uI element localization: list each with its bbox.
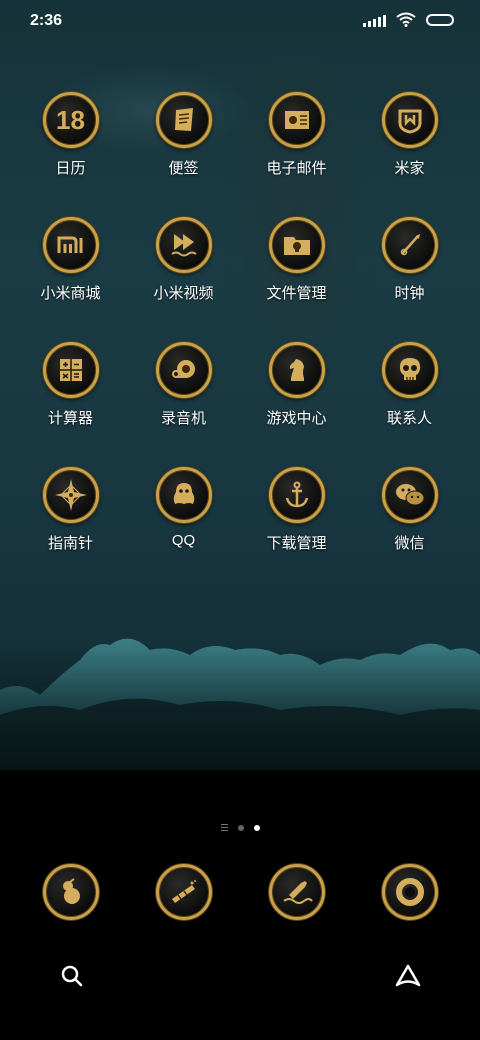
spyglass-icon (155, 864, 212, 920)
anchor-icon (268, 467, 325, 523)
page-indicator[interactable] (0, 824, 480, 831)
search-button[interactable] (58, 962, 86, 990)
app-label: 游戏中心 (266, 410, 327, 427)
mijia-icon (381, 92, 438, 148)
app-clock[interactable]: 时钟 (353, 217, 466, 342)
signal-icon (363, 13, 386, 27)
qq-penguin-icon (155, 467, 212, 523)
wifi-icon (396, 12, 416, 27)
dock-browser[interactable] (240, 864, 353, 920)
app-file-manager[interactable]: 文件管理 (240, 217, 353, 342)
status-bar: 2:36 (0, 0, 480, 42)
app-label: 文件管理 (266, 285, 327, 302)
app-game-center[interactable]: 游戏中心 (240, 342, 353, 467)
app-calendar[interactable]: 18 日历 (14, 92, 127, 217)
play-icon (155, 217, 212, 273)
clock-hand-icon (381, 217, 438, 273)
scroll-icon (155, 92, 212, 148)
app-label: 便签 (168, 160, 199, 177)
app-label: 指南针 (47, 535, 93, 552)
calendar-day-number: 18 (56, 105, 85, 135)
app-compass[interactable]: 指南针 (14, 467, 127, 592)
dock-camera[interactable] (353, 864, 466, 920)
dock-phone[interactable] (14, 864, 127, 920)
app-label: 录音机 (160, 410, 206, 427)
app-contacts[interactable]: 联系人 (353, 342, 466, 467)
wechat-icon (381, 467, 438, 523)
app-mijia[interactable]: 米家 (353, 92, 466, 217)
page-dot (237, 824, 244, 831)
mi-logo-icon (42, 217, 99, 273)
app-label: 小米商城 (40, 285, 101, 302)
dock-messages[interactable] (127, 864, 240, 920)
app-label: 电子邮件 (266, 160, 327, 177)
app-notes[interactable]: 便签 (127, 92, 240, 217)
app-calculator[interactable]: 计算器 (14, 342, 127, 467)
gourd-phone-icon (42, 864, 99, 920)
bottle-wave-icon (268, 864, 325, 920)
calculator-icon (42, 342, 99, 398)
status-time: 2:36 (30, 12, 63, 29)
app-wechat[interactable]: 微信 (353, 467, 466, 592)
letter-icon (268, 92, 325, 148)
app-mi-video[interactable]: 小米视频 (127, 217, 240, 342)
app-grid: 18 日历 便签 电子邮件 米家 小米商城 小米视频 文件管理 时钟 计算器 录… (14, 92, 466, 592)
app-recorder[interactable]: 录音机 (127, 342, 240, 467)
battery-icon (426, 13, 454, 26)
app-label: 日历 (55, 160, 86, 177)
skull-icon (381, 342, 438, 398)
chess-knight-icon (268, 342, 325, 398)
app-label: 计算器 (47, 410, 93, 427)
lens-ring-icon (381, 864, 438, 920)
app-label: QQ (171, 532, 196, 549)
app-email[interactable]: 电子邮件 (240, 92, 353, 217)
reef-decoration (0, 638, 480, 770)
app-downloads[interactable]: 下载管理 (240, 467, 353, 592)
search-icon (61, 965, 83, 987)
app-label: 小米视频 (153, 285, 214, 302)
app-label: 微信 (394, 535, 425, 552)
app-label: 联系人 (386, 410, 432, 427)
assistant-icon (395, 964, 421, 987)
app-label: 时钟 (394, 285, 425, 302)
assistant-button[interactable] (394, 962, 422, 990)
page-dot-active (253, 824, 260, 831)
app-label: 下载管理 (266, 535, 327, 552)
menu-lines-icon (220, 824, 228, 831)
dock (14, 864, 466, 920)
status-icons (363, 12, 454, 27)
app-mi-store[interactable]: 小米商城 (14, 217, 127, 342)
calendar-icon: 18 (42, 92, 99, 148)
folder-skull-icon (268, 217, 325, 273)
compass-rose-icon (42, 467, 99, 523)
app-qq[interactable]: QQ (127, 467, 240, 592)
tape-icon (155, 342, 212, 398)
app-label: 米家 (394, 160, 425, 177)
